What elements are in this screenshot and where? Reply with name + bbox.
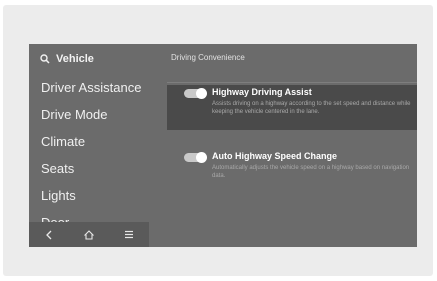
auto-highway-speed-change-toggle[interactable]	[184, 152, 207, 163]
back-icon[interactable]	[39, 230, 59, 240]
search-icon	[40, 54, 50, 64]
section-divider	[167, 82, 417, 83]
menu-icon[interactable]	[119, 230, 139, 239]
sidebar-item-climate[interactable]: Climate	[29, 128, 149, 155]
sidebar: Vehicle Driver Assistance Drive Mode Cli…	[29, 44, 149, 247]
search-button[interactable]: Vehicle	[40, 51, 94, 67]
sidebar-item-driver-assistance[interactable]: Driver Assistance	[29, 74, 149, 101]
sidebar-item-drive-mode[interactable]: Drive Mode	[29, 101, 149, 128]
highway-driving-assist-toggle[interactable]	[184, 88, 207, 99]
setting-title: Auto Highway Speed Change	[212, 151, 338, 161]
setting-description: Assists driving on a highway according t…	[212, 101, 411, 115]
setting-title: Highway Driving Assist	[212, 87, 312, 97]
home-icon[interactable]	[79, 229, 99, 240]
sidebar-nav: Driver Assistance Drive Mode Climate Sea…	[29, 74, 149, 229]
setting-description: Automatically adjusts the vehicle speed …	[212, 165, 410, 179]
toggle-knob	[196, 88, 207, 99]
search-category-label: Vehicle	[56, 53, 94, 65]
section-title: Driving Convenience	[171, 53, 245, 62]
bottom-nav-bar	[29, 222, 149, 247]
sidebar-item-lights[interactable]: Lights	[29, 182, 149, 209]
toggle-knob	[196, 152, 207, 163]
settings-screen: Vehicle Driver Assistance Drive Mode Cli…	[29, 44, 417, 247]
sidebar-item-seats[interactable]: Seats	[29, 155, 149, 182]
